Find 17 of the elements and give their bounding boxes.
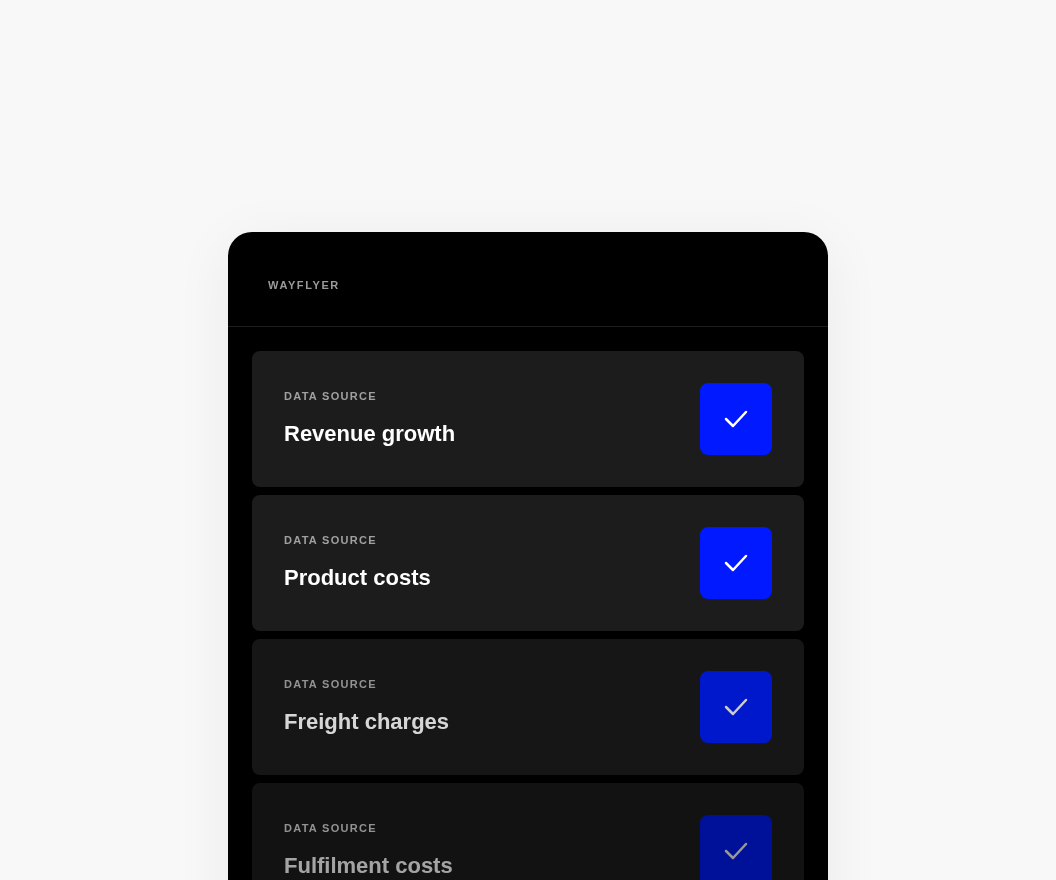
checkbox[interactable] <box>700 815 772 880</box>
source-label: DATA SOURCE <box>284 533 377 548</box>
brand-name: WAYFLYER <box>268 279 340 291</box>
source-label: DATA SOURCE <box>284 821 377 836</box>
source-title: Fulfilment costs <box>284 852 453 880</box>
check-icon <box>724 554 748 572</box>
check-icon <box>724 698 748 716</box>
check-icon <box>724 842 748 860</box>
check-icon <box>724 410 748 428</box>
source-title: Product costs <box>284 564 431 592</box>
checkbox[interactable] <box>700 671 772 743</box>
checkbox[interactable] <box>700 383 772 455</box>
source-title: Freight charges <box>284 708 450 736</box>
source-title: Revenue growth <box>284 420 456 448</box>
source-label: DATA SOURCE <box>284 677 377 692</box>
checkbox[interactable] <box>700 527 772 599</box>
source-label: DATA SOURCE <box>284 389 377 404</box>
